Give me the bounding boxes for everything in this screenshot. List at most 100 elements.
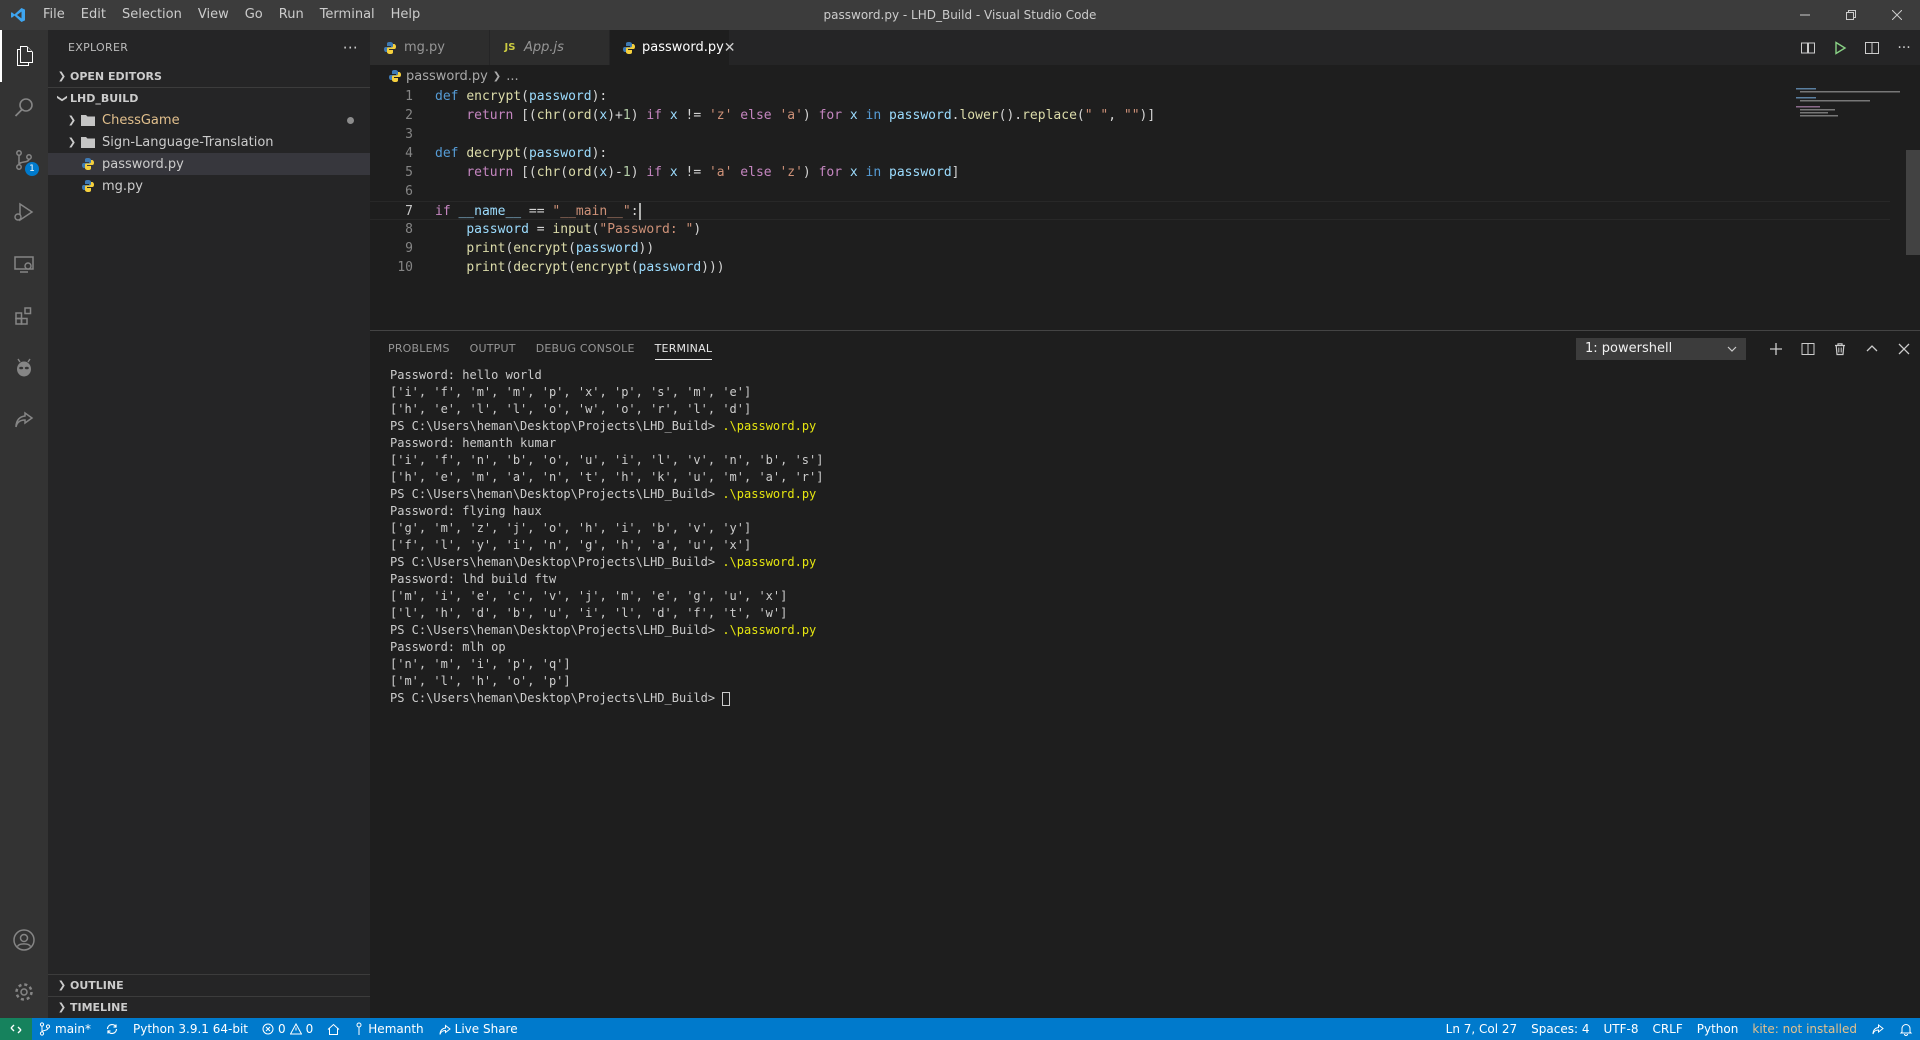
problems-indicator[interactable]: 0 0 xyxy=(255,1018,320,1040)
live-share-icon xyxy=(15,411,34,428)
line-ending[interactable]: CRLF xyxy=(1645,1018,1689,1040)
breadcrumb-file[interactable]: password.py xyxy=(406,69,488,84)
live-share-button[interactable] xyxy=(0,394,48,446)
editor-scrollbar[interactable] xyxy=(1906,150,1920,255)
terminal-line: PS C:\Users\heman\Desktop\Projects\LHD_B… xyxy=(390,486,823,503)
sync-button[interactable] xyxy=(98,1018,126,1040)
kill-terminal-button[interactable] xyxy=(1824,331,1856,366)
branch-indicator[interactable]: main* xyxy=(32,1018,98,1040)
open-changes-button[interactable] xyxy=(1792,30,1824,65)
code-token: ( xyxy=(560,108,569,123)
run-file-button[interactable] xyxy=(1824,30,1856,65)
code-line[interactable]: 7 if __name__ == "__main__": xyxy=(370,201,1890,220)
feedback-button[interactable] xyxy=(1864,1018,1892,1040)
terminal-text: ['f', 'l', 'y', 'i', 'n', 'g', 'h', 'a',… xyxy=(390,538,752,552)
code-line[interactable]: 8 password = input("Password: ") xyxy=(370,220,1890,239)
breadcrumb-rest[interactable]: ... xyxy=(506,69,518,84)
explorer-button[interactable] xyxy=(0,30,48,82)
accounts-button[interactable] xyxy=(0,914,48,966)
menu-selection[interactable]: Selection xyxy=(114,0,190,30)
close-window-button[interactable] xyxy=(1874,0,1920,30)
remote-icon xyxy=(10,1024,22,1034)
cursor-position[interactable]: Ln 7, Col 27 xyxy=(1439,1018,1525,1040)
minimize-button[interactable] xyxy=(1782,0,1828,30)
tab-problems[interactable]: PROBLEMS xyxy=(378,331,460,366)
tab-password-py[interactable]: password.py ✕ xyxy=(610,30,736,65)
more-actions-icon[interactable]: ··· xyxy=(343,39,358,57)
line-number: 1 xyxy=(405,89,413,104)
code-line[interactable]: 3 xyxy=(370,125,1890,144)
title-bar: File Edit Selection View Go Run Terminal… xyxy=(0,0,1920,30)
run-debug-button[interactable] xyxy=(0,186,48,238)
code-line[interactable]: 2 return [(chr(ord(x)+1) if x != 'z' els… xyxy=(370,106,1890,125)
terminal-select[interactable]: 1: powershell xyxy=(1576,337,1746,360)
home-button[interactable] xyxy=(320,1018,347,1040)
code-token: ) xyxy=(802,165,819,180)
source-control-button[interactable]: 1 xyxy=(0,134,48,186)
search-button[interactable] xyxy=(0,82,48,134)
close-tab-icon[interactable]: ✕ xyxy=(724,40,736,56)
tab-debug-console[interactable]: DEBUG CONSOLE xyxy=(526,331,645,366)
code-line[interactable]: 10 print(decrypt(encrypt(password))) xyxy=(370,258,1890,277)
git-branch-icon xyxy=(39,1022,51,1036)
outline-section[interactable]: ❯ OUTLINE xyxy=(48,974,370,996)
code-token: ) xyxy=(630,108,647,123)
tab-mg-py[interactable]: mg.py xyxy=(370,30,490,65)
code-line[interactable]: 5 return [(chr(ord(x)-1) if x != 'a' els… xyxy=(370,163,1890,182)
more-actions-button[interactable]: ··· xyxy=(1888,30,1920,65)
minimap[interactable] xyxy=(1796,87,1906,127)
run-debug-icon xyxy=(14,202,34,222)
encoding[interactable]: UTF-8 xyxy=(1596,1018,1645,1040)
remote-button[interactable] xyxy=(0,1018,32,1040)
timeline-section[interactable]: ❯ TIMELINE xyxy=(48,996,370,1018)
code-token: 'z' xyxy=(779,165,803,180)
kite-status[interactable]: kite: not installed xyxy=(1745,1018,1864,1040)
python-interpreter[interactable]: Python 3.9.1 64-bit xyxy=(126,1018,255,1040)
code-line[interactable]: 4 def decrypt(password): xyxy=(370,144,1890,163)
close-panel-button[interactable] xyxy=(1888,331,1920,366)
code-line[interactable]: 9 print(encrypt(password)) xyxy=(370,239,1890,258)
user-indicator[interactable]: Hemanth xyxy=(347,1018,430,1040)
code-line[interactable]: 1 def encrypt(password): xyxy=(370,87,1890,106)
menu-file[interactable]: File xyxy=(35,0,73,30)
close-icon xyxy=(1898,343,1910,354)
maximize-panel-button[interactable] xyxy=(1856,331,1888,366)
remote-explorer-icon xyxy=(14,256,34,273)
terminal-command: .\password.py xyxy=(722,555,817,569)
terminal-output[interactable]: Password: hello world ['i', 'f', 'm', 'm'… xyxy=(390,367,823,707)
alien-extension-button[interactable] xyxy=(0,342,48,394)
new-terminal-button[interactable] xyxy=(1760,331,1792,366)
indentation[interactable]: Spaces: 4 xyxy=(1524,1018,1596,1040)
extensions-button[interactable] xyxy=(0,290,48,342)
code-token: replace xyxy=(1022,108,1077,123)
live-share-status[interactable]: Live Share xyxy=(431,1018,525,1040)
open-editors-section[interactable]: ❯ OPEN EDITORS xyxy=(48,65,370,87)
folder-section[interactable]: ❯ LHD_BUILD xyxy=(48,87,370,109)
remote-explorer-button[interactable] xyxy=(0,238,48,290)
manage-button[interactable] xyxy=(0,966,48,1018)
code-token: ( xyxy=(630,260,639,275)
tree-item-mg-py[interactable]: mg.py xyxy=(48,175,370,197)
menu-help[interactable]: Help xyxy=(383,0,429,30)
code-token: else xyxy=(740,165,772,180)
notifications-button[interactable] xyxy=(1892,1018,1920,1040)
split-terminal-button[interactable] xyxy=(1792,331,1824,366)
menu-terminal[interactable]: Terminal xyxy=(312,0,383,30)
code-line[interactable]: 6 xyxy=(370,182,1890,201)
menu-view[interactable]: View xyxy=(190,0,237,30)
menu-edit[interactable]: Edit xyxy=(73,0,114,30)
menu-run[interactable]: Run xyxy=(271,0,312,30)
person-icon xyxy=(356,1022,362,1035)
tree-item-sign-language[interactable]: ❯ Sign-Language-Translation xyxy=(48,131,370,153)
language-mode[interactable]: Python xyxy=(1690,1018,1746,1040)
code-editor[interactable]: 1 def encrypt(password): 2 return [(chr(or… xyxy=(370,87,1890,277)
menu-go[interactable]: Go xyxy=(237,0,271,30)
restore-button[interactable] xyxy=(1828,0,1874,30)
tab-terminal[interactable]: TERMINAL xyxy=(645,331,723,366)
tree-item-chessgame[interactable]: ❯ ChessGame xyxy=(48,109,370,131)
split-editor-button[interactable] xyxy=(1856,30,1888,65)
tab-output[interactable]: OUTPUT xyxy=(460,331,526,366)
tree-item-password-py[interactable]: password.py xyxy=(48,153,370,175)
tab-app-js[interactable]: JS App.js xyxy=(490,30,610,65)
